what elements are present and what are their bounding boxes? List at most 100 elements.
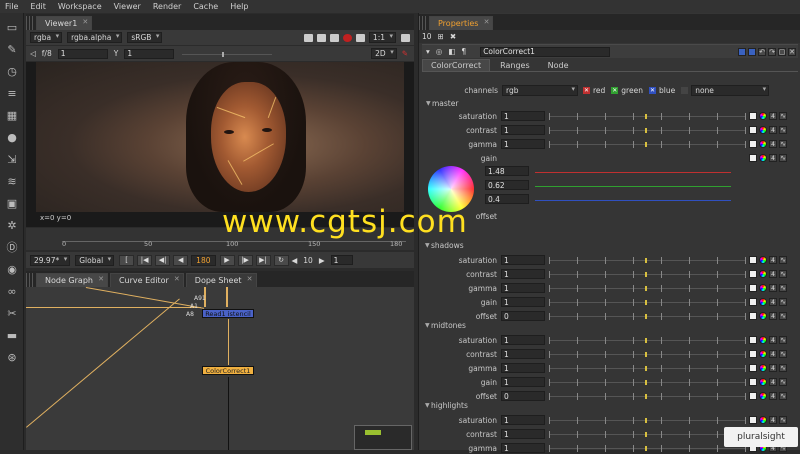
merge-icon[interactable]: ≋ (4, 174, 20, 188)
pause-icon[interactable] (355, 33, 365, 42)
channel-count-icon[interactable]: 4 (769, 256, 777, 264)
step-back-icon[interactable]: ◀ (292, 256, 298, 265)
menu-viewer[interactable]: Viewer (114, 2, 141, 11)
color-picker-icon[interactable] (759, 126, 767, 134)
menu-help[interactable]: Help (230, 2, 248, 11)
extra-channel-select[interactable]: none (691, 84, 770, 96)
highlights-contrast-field[interactable]: 1 (501, 429, 545, 439)
center-icon[interactable]: ◎ (436, 47, 443, 56)
gain-red-slider[interactable] (535, 172, 731, 173)
shadows-saturation-slider[interactable] (549, 256, 746, 264)
color-picker-icon[interactable] (759, 416, 767, 424)
color-picker-icon[interactable] (759, 378, 767, 386)
channel-count-icon[interactable]: 4 (769, 270, 777, 278)
close-icon[interactable]: ✕ (247, 275, 253, 283)
input-icon[interactable]: ◧ (448, 47, 455, 56)
green-checkbox[interactable]: ✕ (611, 86, 619, 94)
color-picker-icon[interactable] (759, 392, 767, 400)
animation-icon[interactable]: ∿ (779, 392, 787, 400)
furnace-icon[interactable]: ⊛ (4, 350, 20, 364)
blue-checkbox[interactable]: ✕ (648, 86, 656, 94)
menu-workspace[interactable]: Workspace (58, 2, 102, 11)
gain-green-slider[interactable] (535, 186, 731, 187)
zoom-dropdown[interactable]: 1:1 (368, 32, 396, 43)
shadows-gain-field[interactable]: 1 (501, 297, 545, 307)
shadows-gamma-slider[interactable] (549, 284, 746, 292)
in-point-button[interactable]: [ (119, 254, 135, 266)
animation-icon[interactable]: ∿ (779, 298, 787, 306)
record-icon[interactable] (342, 33, 352, 42)
gain-field[interactable]: 1 (57, 48, 108, 59)
step-value[interactable]: 10 (303, 256, 313, 265)
node-graph-canvas[interactable]: A91 A1 A8 Read1 istencil ColorCorrect1 (26, 287, 414, 450)
color-swatch-icon[interactable] (749, 392, 757, 400)
color-picker-icon[interactable] (759, 256, 767, 264)
color-swatch-icon[interactable] (749, 270, 757, 278)
animation-icon[interactable]: ∿ (779, 284, 787, 292)
highlights-saturation-slider[interactable] (549, 416, 746, 424)
channel-count-icon[interactable]: 4 (769, 416, 777, 424)
master-contrast-slider[interactable] (549, 126, 746, 134)
channel-count-icon[interactable]: 4 (769, 312, 777, 320)
tab-colorcorrect[interactable]: ColorCorrect (422, 59, 491, 71)
deep-icon[interactable]: Ⓓ (4, 240, 20, 254)
lock-icon[interactable]: ◁ (30, 49, 36, 58)
end-frame-field[interactable]: 1 (330, 255, 353, 265)
range-dropdown[interactable]: Global (75, 254, 115, 266)
tab-ranges[interactable]: Ranges (492, 59, 538, 71)
master-saturation-slider[interactable] (549, 112, 746, 120)
tab-properties[interactable]: Properties ✕ (429, 16, 494, 30)
image-icon[interactable]: ▭ (4, 20, 20, 34)
tab-node-graph[interactable]: Node Graph ✕ (36, 273, 108, 287)
close-icon[interactable]: ✕ (98, 275, 104, 283)
fstop-label[interactable]: f/8 (42, 49, 52, 58)
step-forward-icon[interactable]: ▶ (319, 256, 325, 265)
master-gamma-field[interactable]: 1 (501, 139, 545, 149)
tab-viewer1[interactable]: Viewer1 ✕ (36, 16, 93, 30)
next-key-button[interactable]: |▶ (237, 254, 253, 266)
animation-icon[interactable]: ∿ (779, 364, 787, 372)
midtones-saturation-slider[interactable] (549, 336, 746, 344)
node-name-field[interactable]: ColorCorrect1 (480, 46, 611, 57)
animation-icon[interactable]: ∿ (779, 256, 787, 264)
color-swatch-icon[interactable] (749, 312, 757, 320)
clip-icon[interactable] (329, 33, 339, 42)
alpha-dropdown[interactable]: rgba.alpha (67, 32, 123, 43)
keyer-icon[interactable]: ⇲ (4, 152, 20, 166)
color-picker-icon[interactable] (759, 336, 767, 344)
shadows-gain-slider[interactable] (549, 298, 746, 306)
read-node[interactable]: Read1 istencil (202, 309, 254, 318)
tab-curve-editor[interactable]: Curve Editor ✕ (109, 273, 184, 287)
clear-panels-icon[interactable]: ✖ (450, 32, 456, 41)
midtones-section[interactable]: ▼ midtones (421, 320, 797, 331)
animation-icon[interactable]: ∿ (779, 378, 787, 386)
time-icon[interactable]: ◷ (4, 64, 20, 78)
colorspace-dropdown[interactable]: sRGB (127, 32, 163, 43)
animation-icon[interactable]: ∿ (779, 350, 787, 358)
color-swatch-icon[interactable] (749, 350, 757, 358)
lock-panels-icon[interactable]: ⊞ (438, 32, 444, 41)
node-color-icon[interactable] (738, 47, 746, 56)
highlights-contrast-slider[interactable] (549, 430, 746, 438)
aspect-icon[interactable] (401, 33, 410, 42)
undo-icon[interactable]: ↶ (758, 47, 766, 56)
node-color-2-icon[interactable] (748, 47, 756, 56)
color-swatch-icon[interactable] (749, 416, 757, 424)
color-picker-icon[interactable] (759, 364, 767, 372)
pane-grip-graph[interactable] (26, 273, 34, 287)
midtones-gamma-field[interactable]: 1 (501, 363, 545, 373)
close-icon[interactable]: ✕ (484, 18, 490, 26)
gamma-slider[interactable] (182, 50, 273, 58)
highlights-gamma-field[interactable]: 1 (501, 443, 545, 453)
channels-select[interactable]: rgb (502, 84, 578, 96)
animation-icon[interactable]: ∿ (779, 140, 787, 148)
channel-count-icon[interactable]: 4 (769, 140, 777, 148)
menu-edit[interactable]: Edit (30, 2, 46, 11)
animation-icon[interactable]: ∿ (779, 126, 787, 134)
color-swatch-icon[interactable] (749, 364, 757, 372)
metadata-icon[interactable]: ∞ (4, 284, 20, 298)
gain-red-field[interactable]: 1.48 (485, 166, 529, 176)
color-picker-icon[interactable] (759, 270, 767, 278)
master-contrast-field[interactable]: 1 (501, 125, 545, 135)
midtones-gamma-slider[interactable] (549, 364, 746, 372)
